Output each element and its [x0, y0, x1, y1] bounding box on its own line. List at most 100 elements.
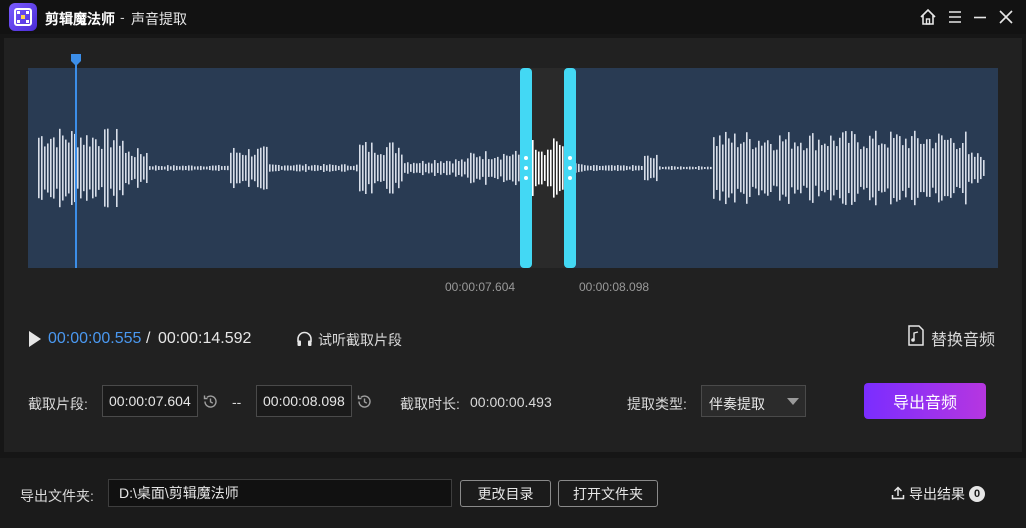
waveform-bar [938, 133, 940, 203]
waveform-bar [608, 165, 610, 171]
waveform-bar [482, 159, 484, 177]
waveform-bar [374, 152, 376, 184]
waveform-bar [809, 135, 811, 201]
waveform-bar [248, 149, 250, 187]
waveform-bar [422, 160, 424, 176]
selection-end-handle[interactable] [564, 68, 576, 268]
replace-audio-button[interactable]: 替换音频 [907, 325, 995, 351]
preview-clip-label: 试听截取片段 [318, 332, 402, 348]
waveform-bar [773, 150, 775, 186]
waveform-bar [671, 166, 673, 170]
waveform-bar [38, 137, 40, 199]
waveform-bar [635, 165, 637, 171]
waveform-bar [182, 165, 184, 171]
waveform-bar [140, 154, 142, 182]
export-results-button[interactable]: 导出结果 0 [891, 484, 985, 504]
waveform-bar [851, 131, 853, 205]
waveform-bar [701, 166, 703, 170]
playhead-line[interactable] [75, 55, 77, 268]
waveform-bar [167, 165, 169, 171]
waveform-bar [290, 165, 292, 171]
waveform-bar [269, 164, 271, 172]
play-icon[interactable] [28, 330, 42, 348]
output-folder-input[interactable] [108, 479, 452, 507]
waveform-bar [926, 139, 928, 197]
clock-reset-icon[interactable] [202, 393, 219, 410]
waveform-bar [596, 165, 598, 171]
close-icon[interactable] [995, 6, 1017, 28]
waveform-bar [544, 155, 546, 181]
waveform-bar [431, 163, 433, 173]
waveform-bar [845, 131, 847, 205]
music-file-icon [907, 325, 925, 351]
waveform-bar [146, 152, 148, 184]
waveform-bar [278, 164, 280, 172]
playhead-handle[interactable] [71, 53, 81, 66]
waveform-bar [965, 131, 967, 205]
clip-start-input[interactable] [102, 385, 198, 417]
waveform-bar [692, 166, 694, 170]
waveform-bar [911, 136, 913, 200]
waveform-bar [704, 167, 706, 169]
waveform-bar [134, 157, 136, 179]
waveform-bar [353, 165, 355, 171]
waveform-bar [740, 143, 742, 193]
waveform-bar [68, 142, 70, 194]
waveform-bar [233, 147, 235, 189]
waveform-bar [776, 149, 778, 187]
waveform-bar [887, 147, 889, 189]
selection-region[interactable] [530, 68, 566, 268]
clip-end-input[interactable] [256, 385, 352, 417]
waveform-bar [578, 163, 580, 173]
extract-type-select[interactable]: 伴奏提取 [701, 385, 806, 417]
waveform-bar [872, 138, 874, 198]
waveform-bar [677, 166, 679, 170]
waveform-bar [449, 161, 451, 175]
waveform-bars [38, 128, 985, 208]
waveform-bar [299, 164, 301, 172]
waveform-bar [341, 164, 343, 172]
waveform-bar [860, 149, 862, 187]
open-folder-button[interactable]: 打开文件夹 [558, 480, 658, 507]
waveform-bar [116, 128, 118, 208]
waveform-bar [746, 132, 748, 204]
clock-reset-icon[interactable] [356, 393, 373, 410]
waveform-bar [794, 142, 796, 194]
waveform-bar [365, 142, 367, 194]
waveform-bar [395, 153, 397, 183]
minimize-icon[interactable] [969, 6, 991, 28]
preview-clip-button[interactable]: 试听截取片段 [296, 330, 402, 350]
waveform-bar [329, 164, 331, 172]
waveform-bar [547, 149, 549, 187]
current-time: 00:00:00.555 [48, 330, 142, 347]
waveform-bar [590, 165, 592, 171]
waveform-bar [488, 159, 490, 177]
waveform-bar [806, 148, 808, 188]
waveform-bar [47, 143, 49, 193]
waveform-bar [41, 136, 43, 200]
waveform-bar [215, 165, 217, 171]
export-audio-button[interactable]: 导出音频 [864, 383, 986, 419]
waveform-bar [77, 147, 79, 189]
selection-start-handle[interactable] [520, 68, 532, 268]
menu-icon[interactable] [944, 6, 966, 28]
waveform-bar [581, 164, 583, 172]
waveform-bar [695, 167, 697, 169]
home-icon[interactable] [917, 6, 939, 28]
change-directory-button[interactable]: 更改目录 [460, 480, 551, 507]
waveform-bar [350, 166, 352, 170]
waveform-bar [347, 165, 349, 171]
waveform-bar [668, 166, 670, 170]
waveform-bar [626, 165, 628, 171]
waveform-bar [407, 162, 409, 174]
extract-type-value: 伴奏提取 [709, 396, 765, 412]
waveform-bar [644, 155, 646, 181]
waveform-bar [641, 166, 643, 170]
waveform-bar [686, 166, 688, 170]
waveform-area[interactable] [28, 68, 998, 268]
waveform-bar [161, 166, 163, 170]
waveform-bar [788, 132, 790, 204]
waveform-bar [605, 165, 607, 171]
waveform-bar [80, 137, 82, 199]
waveform-bar [617, 165, 619, 171]
